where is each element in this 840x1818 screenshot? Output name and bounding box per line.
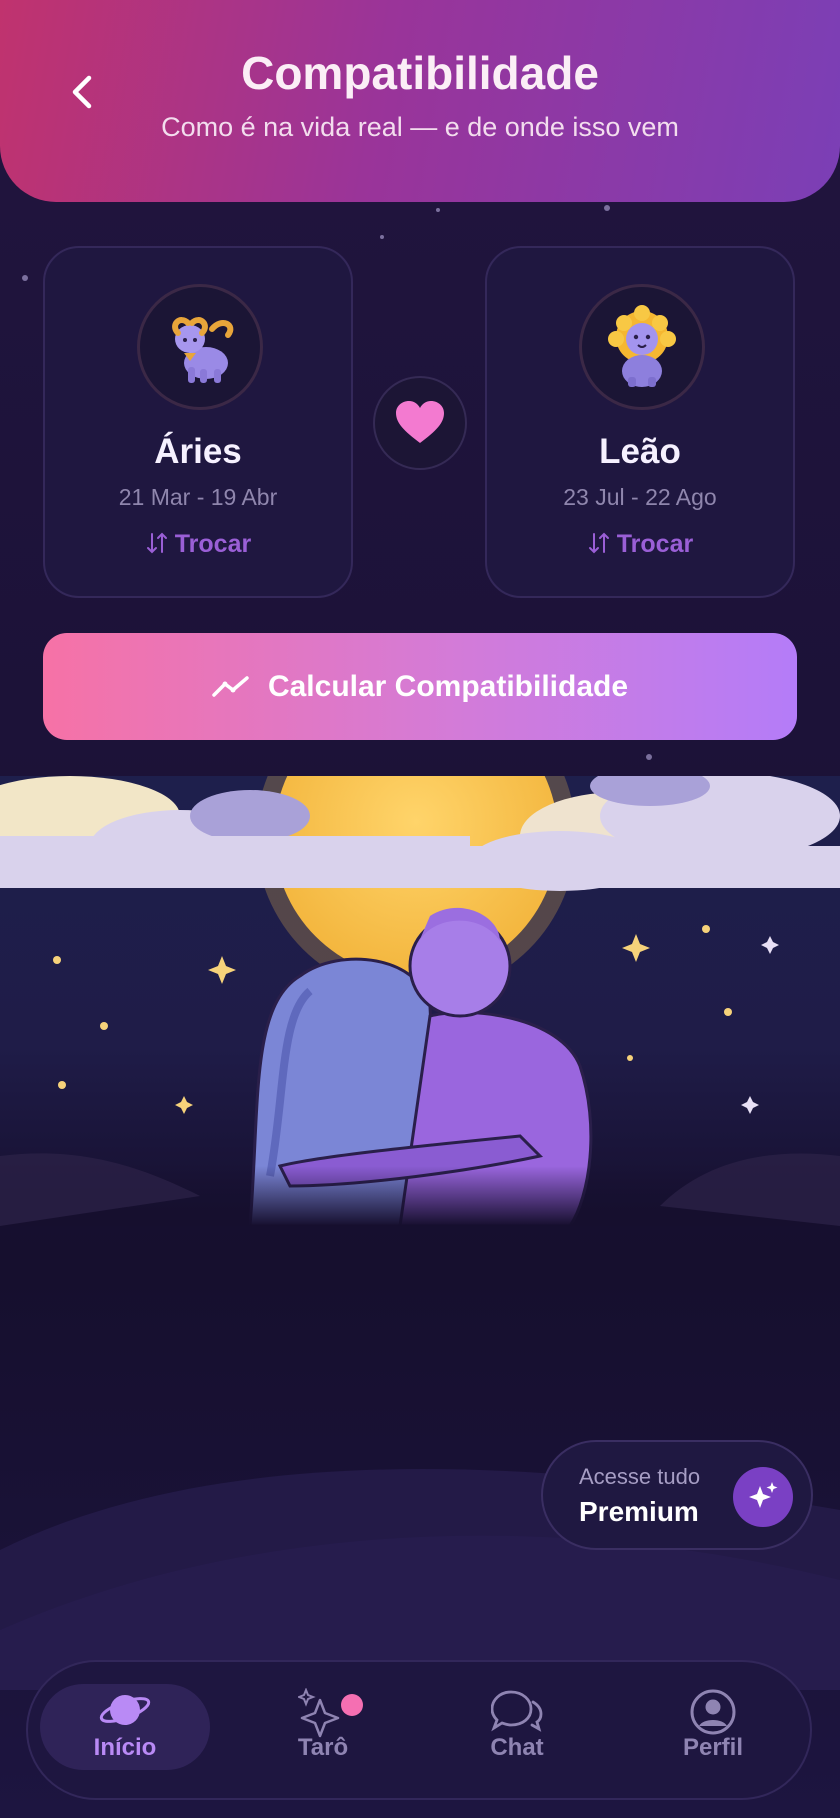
swap-sign-button[interactable]: Trocar [45, 530, 351, 559]
sign-card-leo[interactable]: Leão 23 Jul - 22 Ago Trocar [485, 246, 795, 598]
sign-name: Áries [154, 432, 242, 471]
sign-card-aries[interactable]: Áries 21 Mar - 19 Abr Trocar [43, 246, 353, 598]
profile-icon [690, 1689, 736, 1735]
premium-cta-button[interactable]: Acesse tudo Premium [541, 1440, 813, 1550]
premium-caption: Acesse tudo [579, 1464, 701, 1489]
star-decoration [646, 754, 652, 760]
header: Compatibilidade Como é na vida real — e … [0, 0, 840, 202]
ram-icon [172, 317, 234, 383]
planet-icon [99, 1695, 151, 1725]
star-decoration [604, 205, 610, 211]
tab-label: Tarô [297, 1734, 349, 1761]
star-decoration [436, 208, 440, 212]
lion-icon [608, 305, 676, 387]
tab-label: Início [93, 1734, 157, 1761]
couple-moon-illustration [0, 776, 840, 1226]
sign-date-range: 21 Mar - 19 Abr [118, 484, 278, 510]
page-title: Compatibilidade [241, 47, 599, 99]
swap-arrows-icon [588, 532, 609, 554]
swap-arrows-icon [146, 532, 167, 554]
swap-label: Trocar [616, 530, 694, 558]
chat-bubbles-icon [491, 1690, 543, 1732]
tab-label: Chat [490, 1734, 544, 1761]
bottom-tab-bar: Início Tarô Chat Perfil [26, 1660, 812, 1800]
tab-chat[interactable]: Chat [432, 1684, 602, 1770]
tab-perfil[interactable]: Perfil [628, 1684, 798, 1770]
trend-line-icon [212, 675, 249, 697]
calculate-button-label: Calcular Compatibilidade [267, 669, 629, 703]
sign-avatar [137, 284, 263, 410]
tab-label: Perfil [682, 1734, 744, 1761]
sparkles-icon [749, 1482, 778, 1508]
sign-name: Leão [599, 432, 681, 471]
star-decoration [380, 235, 384, 239]
swap-label: Trocar [174, 530, 252, 558]
tab-taro[interactable]: Tarô [238, 1684, 408, 1770]
star-decoration [22, 275, 28, 281]
tab-inicio[interactable]: Início [40, 1684, 210, 1770]
heart-icon [396, 401, 444, 443]
sign-avatar [579, 284, 705, 410]
premium-label: Premium [579, 1496, 699, 1527]
sparkles-button [733, 1467, 793, 1527]
sign-date-range: 23 Jul - 22 Ago [563, 484, 717, 510]
heart-badge [373, 376, 467, 470]
page-subtitle: Como é na vida real — e de onde isso vem [161, 112, 679, 142]
swap-sign-button[interactable]: Trocar [487, 530, 793, 559]
sparkles-icon [298, 1688, 340, 1738]
calculate-compatibility-button[interactable]: Calcular Compatibilidade [43, 633, 797, 740]
notification-dot [341, 1694, 363, 1716]
